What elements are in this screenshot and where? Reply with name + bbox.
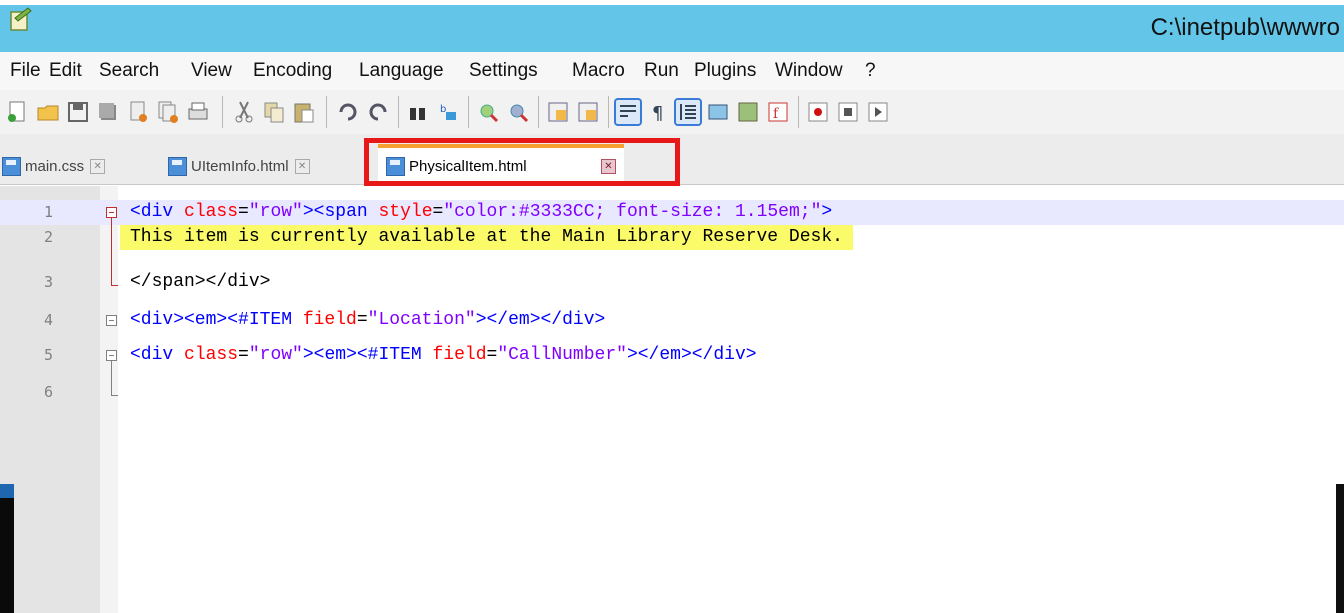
editor[interactable]: 1 <div class="row"><span style="color:#3… bbox=[0, 186, 1344, 613]
save-icon[interactable] bbox=[66, 100, 90, 124]
record-macro-icon[interactable] bbox=[806, 100, 830, 124]
toolbar-separator bbox=[608, 96, 609, 128]
close-tab-icon[interactable]: ✕ bbox=[294, 158, 310, 174]
code-line[interactable]: 3 </span></div> bbox=[0, 270, 1344, 295]
saved-file-icon bbox=[2, 156, 21, 176]
top-edge bbox=[0, 0, 1344, 5]
cut-icon[interactable] bbox=[232, 100, 256, 124]
indent-guide-icon[interactable] bbox=[674, 98, 702, 126]
toolbar-separator bbox=[398, 96, 399, 128]
fold-collapse-icon[interactable] bbox=[106, 315, 117, 326]
show-all-characters-icon[interactable]: ¶ bbox=[646, 100, 670, 124]
close-all-icon[interactable] bbox=[156, 100, 180, 124]
svg-text:b: b bbox=[440, 104, 446, 115]
code-text: <div class="row"><span style="color:#333… bbox=[130, 202, 833, 222]
line-number: 3 bbox=[44, 273, 54, 291]
menu-edit[interactable]: Edit bbox=[49, 60, 82, 82]
line-number: 4 bbox=[44, 311, 54, 329]
callout-highlight-box bbox=[364, 138, 680, 186]
new-file-icon[interactable] bbox=[6, 100, 30, 124]
menu-macro[interactable]: Macro bbox=[572, 60, 625, 82]
stop-macro-icon[interactable] bbox=[836, 100, 860, 124]
menu-view[interactable]: View bbox=[191, 60, 232, 82]
toolbar-separator bbox=[468, 96, 469, 128]
user-language-icon[interactable] bbox=[706, 100, 730, 124]
fold-collapse-icon[interactable] bbox=[106, 207, 117, 218]
close-tab-icon[interactable]: ✕ bbox=[90, 158, 106, 174]
toolbar-separator bbox=[326, 96, 327, 128]
menu-plugins[interactable]: Plugins bbox=[694, 60, 756, 82]
zoom-in-icon[interactable] bbox=[476, 100, 500, 124]
code-line[interactable]: 1 <div class="row"><span style="color:#3… bbox=[0, 200, 1344, 225]
code-line[interactable]: 2 This item is currently available at th… bbox=[0, 225, 1344, 250]
code-text: </span></div> bbox=[130, 272, 271, 292]
open-file-icon[interactable] bbox=[36, 100, 60, 124]
code-line[interactable]: 6 bbox=[0, 380, 1344, 405]
code-text: This item is currently available at the … bbox=[120, 225, 853, 250]
print-icon[interactable] bbox=[186, 100, 210, 124]
background-desktop-edge bbox=[0, 484, 14, 613]
menu-file[interactable]: File bbox=[10, 60, 41, 82]
menu-search[interactable]: Search bbox=[99, 60, 159, 82]
fold-end bbox=[111, 285, 118, 286]
menu-encoding[interactable]: Encoding bbox=[253, 60, 332, 82]
word-wrap-icon[interactable] bbox=[614, 98, 642, 126]
notepad-plus-plus-icon bbox=[10, 7, 32, 31]
save-all-icon[interactable] bbox=[96, 100, 120, 124]
tab-uiteminfo-html[interactable]: UItemInfo.html ✕ bbox=[168, 152, 310, 180]
paste-icon[interactable] bbox=[292, 100, 316, 124]
menu-settings[interactable]: Settings bbox=[469, 60, 538, 82]
close-file-icon[interactable] bbox=[126, 100, 150, 124]
background-desktop-edge bbox=[1336, 484, 1344, 613]
menu-language[interactable]: Language bbox=[359, 60, 444, 82]
sync-horizontal-icon[interactable] bbox=[576, 100, 600, 124]
code-line[interactable]: 4 <div><em><#ITEM field="Location"></em>… bbox=[0, 308, 1344, 333]
copy-icon[interactable] bbox=[262, 100, 286, 124]
fold-line bbox=[111, 361, 112, 395]
code-text: <div class="row"><em><#ITEM field="CallN… bbox=[130, 345, 757, 365]
find-icon[interactable] bbox=[406, 100, 430, 124]
line-number: 1 bbox=[44, 203, 54, 221]
undo-icon[interactable] bbox=[336, 100, 360, 124]
toolbar-separator bbox=[222, 96, 223, 128]
play-macro-icon[interactable] bbox=[866, 100, 890, 124]
svg-text:¶: ¶ bbox=[652, 103, 663, 124]
menu-bar: File Edit Search View Encoding Language … bbox=[0, 52, 1344, 90]
title-bar: C:\inetpub\wwwro bbox=[0, 0, 1344, 52]
zoom-out-icon[interactable] bbox=[506, 100, 530, 124]
line-number: 5 bbox=[44, 346, 54, 364]
background-desktop-accent bbox=[0, 484, 14, 498]
tab-main-css[interactable]: main.css ✕ bbox=[2, 152, 106, 180]
code-line[interactable]: 5 <div class="row"><em><#ITEM field="Cal… bbox=[0, 343, 1344, 368]
document-map-icon[interactable] bbox=[736, 100, 760, 124]
tab-label: UItemInfo.html bbox=[191, 157, 289, 175]
line-number: 6 bbox=[44, 383, 54, 401]
window-title: C:\inetpub\wwwro bbox=[1150, 14, 1340, 41]
fold-end bbox=[111, 395, 118, 396]
menu-run[interactable]: Run bbox=[644, 60, 679, 82]
fold-line bbox=[111, 218, 112, 286]
toolbar: b ¶ f bbox=[0, 90, 1344, 134]
line-number: 2 bbox=[44, 228, 54, 246]
menu-help[interactable]: ? bbox=[865, 60, 876, 82]
saved-file-icon bbox=[168, 156, 187, 176]
function-list-icon[interactable]: f bbox=[766, 100, 790, 124]
menu-window[interactable]: Window bbox=[775, 60, 843, 82]
toolbar-separator bbox=[538, 96, 539, 128]
code-text: <div><em><#ITEM field="Location"></em></… bbox=[130, 310, 606, 330]
redo-icon[interactable] bbox=[366, 100, 390, 124]
sync-vertical-icon[interactable] bbox=[546, 100, 570, 124]
fold-collapse-icon[interactable] bbox=[106, 350, 117, 361]
tab-label: main.css bbox=[25, 157, 85, 175]
replace-icon[interactable]: b bbox=[436, 100, 460, 124]
toolbar-separator bbox=[798, 96, 799, 128]
